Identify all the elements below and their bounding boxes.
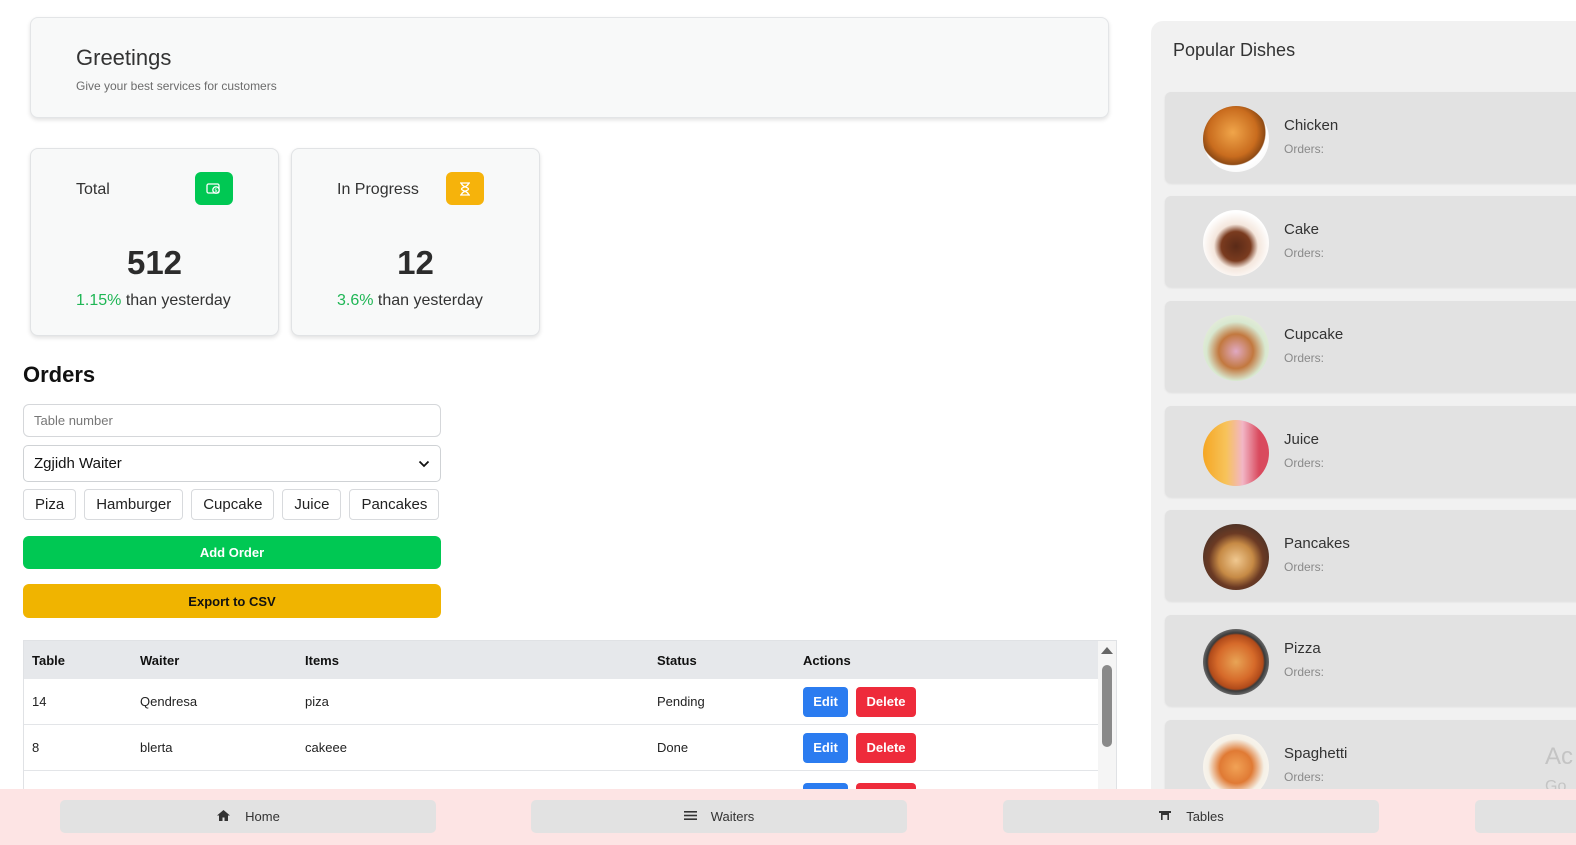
- item-button-pancakes[interactable]: Pancakes: [349, 489, 440, 520]
- stat-change-percent: 3.6%: [337, 292, 374, 309]
- dish-name: Spaghetti: [1284, 745, 1348, 762]
- cell-status: Pending: [657, 694, 705, 709]
- column-header-items: Items: [305, 652, 339, 668]
- stat-change-suffix: than yesterday: [373, 292, 483, 309]
- cell-waiter: blerta: [140, 740, 173, 755]
- delete-button[interactable]: Delete: [856, 732, 916, 763]
- nav-home-button[interactable]: Home: [60, 800, 436, 833]
- dish-card-cake[interactable]: Cake Orders:: [1165, 196, 1576, 287]
- export-csv-button[interactable]: Export to CSV: [23, 584, 441, 618]
- column-header-table: Table: [32, 652, 65, 668]
- greeting-title: Greetings: [76, 45, 172, 70]
- dish-card-juice[interactable]: Juice Orders:: [1165, 406, 1576, 497]
- nav-tables-button[interactable]: Tables: [1003, 800, 1379, 833]
- edit-button[interactable]: Edit: [803, 686, 848, 717]
- money-icon: $: [195, 172, 233, 205]
- home-icon: [216, 809, 231, 825]
- cake-image: [1203, 210, 1269, 276]
- table-row: [24, 771, 1098, 789]
- stat-value: 12: [397, 244, 434, 281]
- dish-name: Cake: [1284, 221, 1320, 238]
- stat-change-suffix: than yesterday: [121, 292, 231, 309]
- dish-card-cupcake[interactable]: Cupcake Orders:: [1165, 301, 1576, 392]
- cell-items: piza: [305, 694, 329, 709]
- add-order-button[interactable]: Add Order: [23, 536, 441, 569]
- list-icon: [683, 809, 697, 824]
- orders-title: Orders: [23, 362, 96, 387]
- dish-orders: Orders:: [1284, 246, 1325, 260]
- waiter-select-value: Zgjidh Waiter: [34, 455, 122, 472]
- table-number-input[interactable]: [23, 404, 441, 437]
- table-row: 8 blerta cakeee Done Edit Delete: [24, 725, 1098, 771]
- stat-label: Total: [76, 181, 110, 198]
- dish-card-pancakes[interactable]: Pancakes Orders:: [1165, 510, 1576, 601]
- dish-card-pizza[interactable]: Pizza Orders:: [1165, 615, 1576, 706]
- scroll-up-arrow-icon[interactable]: [1101, 647, 1113, 654]
- item-button-cupcake[interactable]: Cupcake: [191, 489, 275, 520]
- hourglass-icon: [446, 172, 484, 205]
- popular-dishes-panel: Popular Dishes Chicken Orders: Cake Orde…: [1151, 21, 1576, 811]
- juice-image: [1203, 420, 1269, 486]
- dish-orders: Orders:: [1284, 142, 1325, 156]
- table-icon: [1158, 809, 1172, 824]
- cell-table: 8: [32, 740, 40, 755]
- nav-waiters-button[interactable]: Waiters: [531, 800, 907, 833]
- column-header-actions: Actions: [803, 652, 851, 668]
- column-header-status: Status: [657, 652, 697, 668]
- nav-tables-label: Tables: [1186, 809, 1224, 824]
- popular-dishes-title: Popular Dishes: [1173, 40, 1296, 60]
- edit-button[interactable]: Edit: [803, 732, 848, 763]
- pancakes-image: [1203, 524, 1269, 590]
- item-button-piza[interactable]: Piza: [23, 489, 77, 520]
- table-row: 14 Qendresa piza Pending Edit Delete: [24, 679, 1098, 725]
- dish-name: Pizza: [1284, 640, 1321, 657]
- chevron-down-icon: [418, 455, 430, 472]
- stat-card-total: Total $ 512 1.15% than yesterday: [30, 148, 279, 336]
- dish-card-chicken[interactable]: Chicken Orders:: [1165, 92, 1576, 183]
- dish-orders: Orders:: [1284, 351, 1325, 365]
- item-button-hamburger[interactable]: Hamburger: [84, 489, 184, 520]
- stat-card-in-progress: In Progress 12 3.6% than yesterday: [291, 148, 540, 336]
- svg-text:$: $: [214, 188, 217, 194]
- item-buttons: Piza Hamburger Cupcake Juice Pancakes: [23, 489, 440, 520]
- nav-home-label: Home: [245, 809, 280, 824]
- dish-name: Juice: [1284, 431, 1320, 448]
- stat-change-percent: 1.15%: [76, 292, 122, 309]
- nav-more-button[interactable]: [1475, 800, 1576, 833]
- cell-actions: Edit Delete: [803, 725, 916, 770]
- dish-name: Cupcake: [1284, 326, 1344, 343]
- dish-orders: Orders:: [1284, 770, 1325, 784]
- greeting-card: Greetings Give your best services for cu…: [30, 17, 1109, 118]
- cell-waiter: Qendresa: [140, 694, 198, 709]
- cell-actions: Edit Delete: [803, 679, 916, 724]
- chicken-image: [1203, 106, 1269, 172]
- stat-change: 1.15% than yesterday: [76, 292, 231, 310]
- dish-name: Pancakes: [1284, 535, 1350, 552]
- dish-orders: Orders:: [1284, 560, 1325, 574]
- table-scrollbar[interactable]: [1098, 641, 1116, 789]
- waiter-select[interactable]: Zgjidh Waiter: [23, 445, 441, 482]
- cupcake-image: [1203, 315, 1269, 381]
- stat-value: 512: [126, 244, 183, 281]
- column-header-waiter: Waiter: [140, 652, 180, 668]
- pizza-image: [1203, 629, 1269, 695]
- scroll-thumb[interactable]: [1102, 665, 1112, 747]
- dish-orders: Orders:: [1284, 456, 1325, 470]
- cell-table: 14: [32, 694, 47, 709]
- dish-orders: Orders:: [1284, 665, 1325, 679]
- dish-name: Chicken: [1284, 117, 1339, 134]
- nav-waiters-label: Waiters: [710, 809, 755, 824]
- greeting-subtitle: Give your best services for customers: [76, 79, 277, 93]
- cell-items: cakeee: [305, 740, 347, 755]
- delete-button[interactable]: Delete: [856, 686, 916, 717]
- activation-watermark: Ac: [1545, 743, 1574, 770]
- cell-status: Done: [657, 740, 689, 755]
- bottom-nav: Home Waiters Tables: [0, 789, 1576, 845]
- cell-actions: [803, 771, 916, 789]
- item-button-juice[interactable]: Juice: [282, 489, 342, 520]
- table-header: Table Waiter Items Status Actions: [24, 641, 1098, 679]
- orders-table: Table Waiter Items Status Actions 14 Qen…: [23, 640, 1117, 790]
- stat-change: 3.6% than yesterday: [337, 292, 483, 310]
- stat-label: In Progress: [337, 181, 419, 198]
